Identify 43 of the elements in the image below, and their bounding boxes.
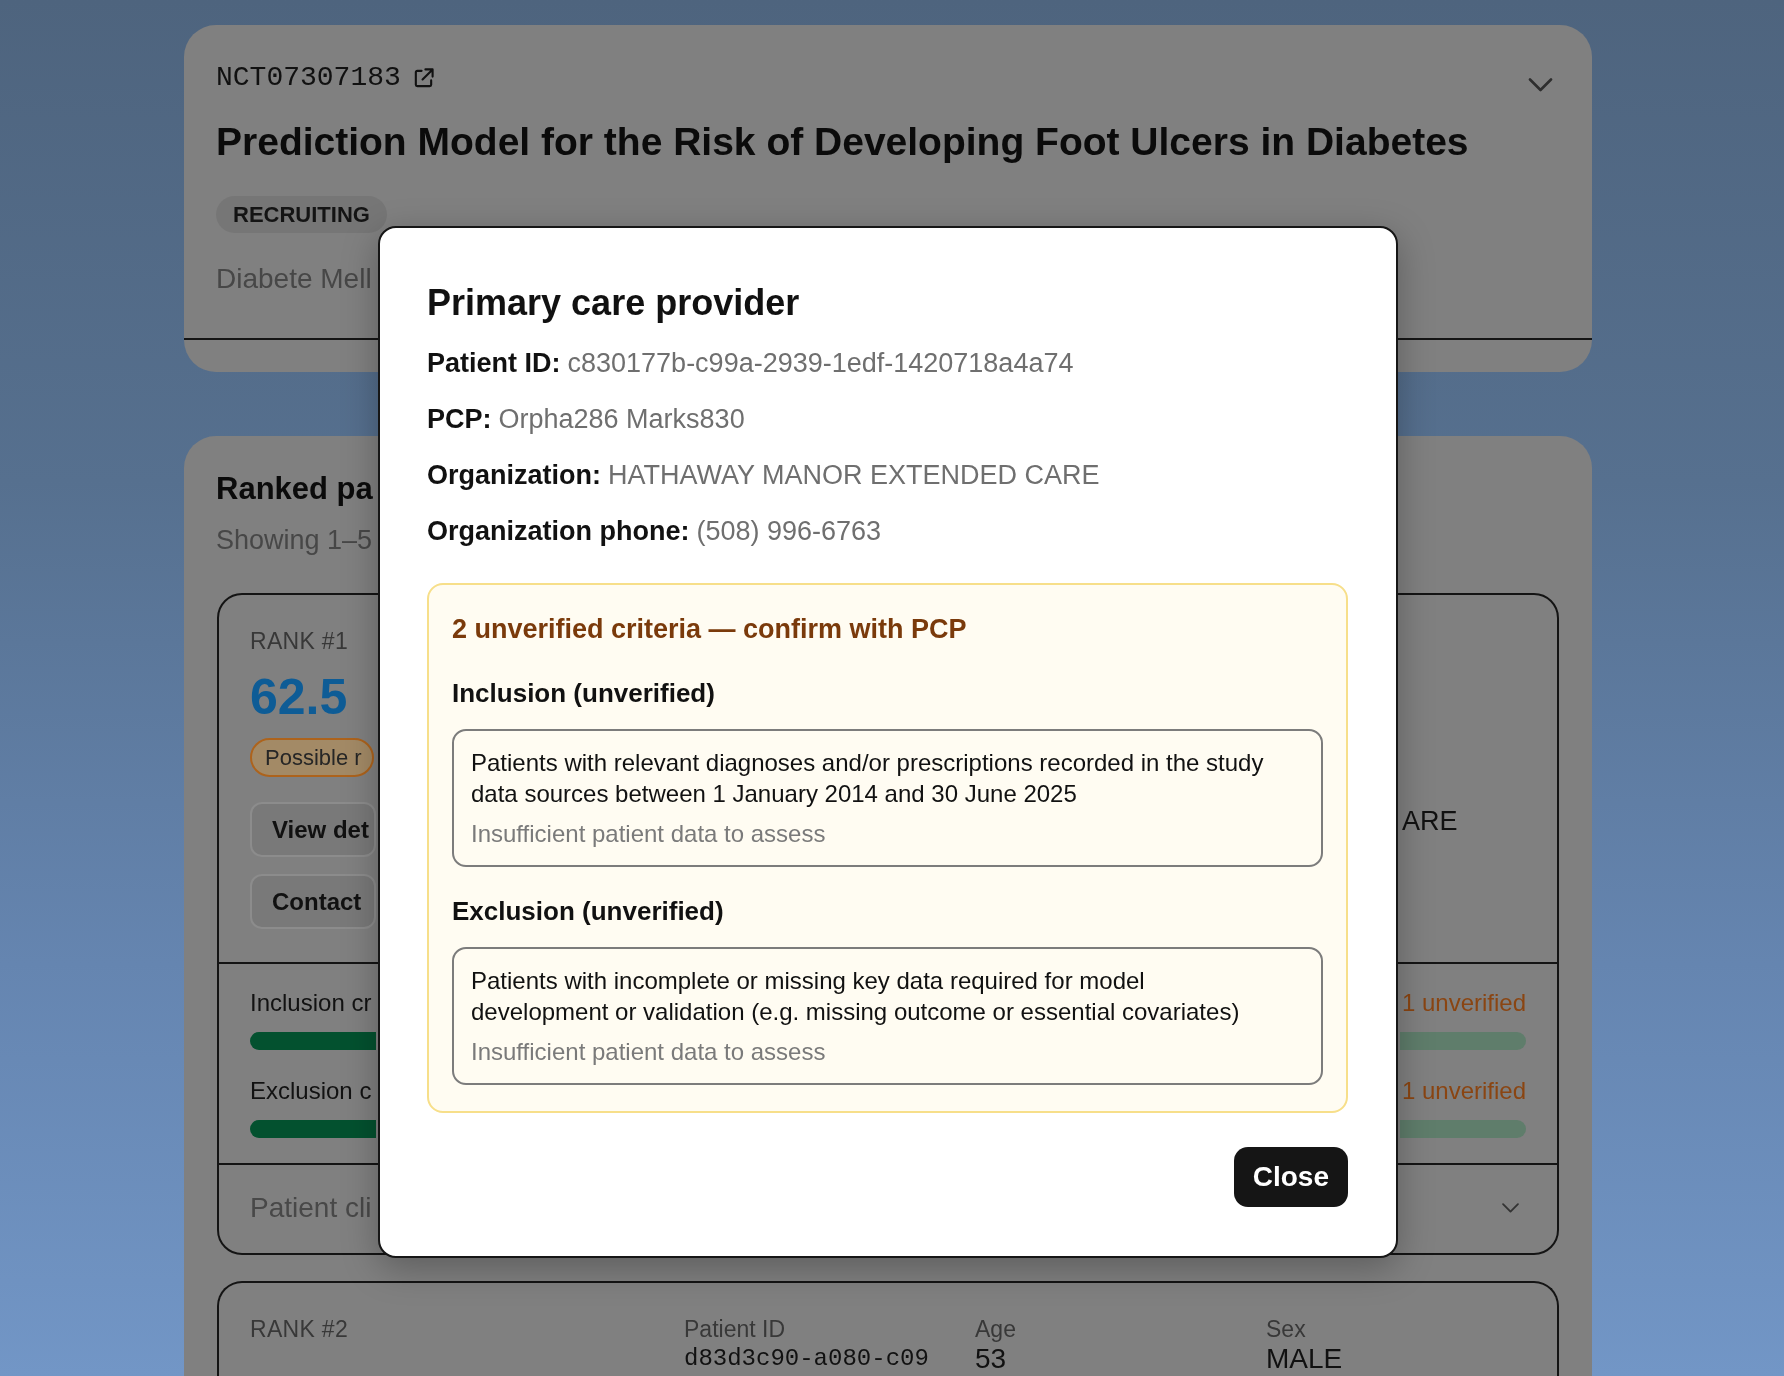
field-label: Age	[975, 1315, 1016, 1343]
panel-title: Ranked pa	[216, 470, 373, 508]
rank-label: RANK #1	[250, 627, 348, 655]
match-score: 62.5	[250, 668, 348, 726]
field-value: d83d3c90-a080-c09	[684, 1344, 929, 1374]
action-button[interactable]: Contact	[250, 874, 376, 929]
chevron-down-icon[interactable]	[1502, 1203, 1519, 1213]
trial-id-link[interactable]: NCT07307183	[216, 62, 435, 94]
field-value: HATHAWAY MANOR EXTENDED CARE	[608, 460, 1100, 490]
status-badge: RECRUITING	[216, 196, 387, 233]
field-value: 53	[975, 1343, 1007, 1375]
modal-title: Primary care provider	[427, 283, 800, 323]
assessment-note: Insufficient patient data to assess	[471, 1037, 826, 1067]
section-toggle-label[interactable]: Patient cli	[250, 1191, 372, 1225]
criteria-heading: Inclusion (unverified)	[452, 678, 715, 708]
close-button[interactable]: Close	[1233, 1147, 1348, 1207]
criterion-label: Inclusion cr	[250, 989, 372, 1017]
assessment-note: Insufficient patient data to assess	[471, 819, 826, 849]
field-label: Organization phone:	[427, 516, 690, 546]
status-badge: Possible r	[250, 738, 374, 777]
field-value: c830177b-c99a-2939-1edf-1420718a4a74	[567, 348, 1074, 378]
trial-title: Prediction Model for the Risk of Developing Foot Ulcers in Diabetes	[216, 120, 1469, 164]
condition-text: Diabete Mell	[216, 263, 372, 295]
field-label: Patient ID:	[427, 348, 561, 378]
field-value: MALE	[1266, 1343, 1343, 1375]
warning-title: 2 unverified criteria — confirm with PCP	[452, 613, 967, 645]
criterion-text: Patients with relevant diagnoses and/or prescriptions recorded in the study data sources between 1 January 2014 and 30 June 2025	[471, 748, 1265, 809]
field-label: PCP:	[427, 404, 492, 434]
criteria-heading: Exclusion (unverified)	[452, 896, 724, 926]
organization-text: ARE	[1402, 805, 1458, 837]
field-label: Sex	[1266, 1315, 1306, 1343]
action-button[interactable]: View det	[250, 802, 376, 857]
field-label: Patient ID	[684, 1315, 785, 1343]
results-count: Showing 1–5	[216, 524, 373, 557]
field-value: (508) 996-6763	[696, 516, 882, 546]
criterion-status: 1 unverified	[1401, 1077, 1526, 1105]
field-value: Orpha286 Marks830	[498, 404, 745, 434]
criterion-status: 1 unverified	[1401, 989, 1526, 1017]
criterion-label: Exclusion c	[250, 1077, 372, 1105]
criterion-text: Patients with incomplete or missing key data required for model development or validation (e.g. missing outcome or essential covariates)	[471, 966, 1241, 1027]
chevron-down-icon[interactable]	[1528, 78, 1553, 92]
rank-label: RANK #2	[250, 1315, 348, 1343]
field-label: Organization:	[427, 460, 601, 490]
